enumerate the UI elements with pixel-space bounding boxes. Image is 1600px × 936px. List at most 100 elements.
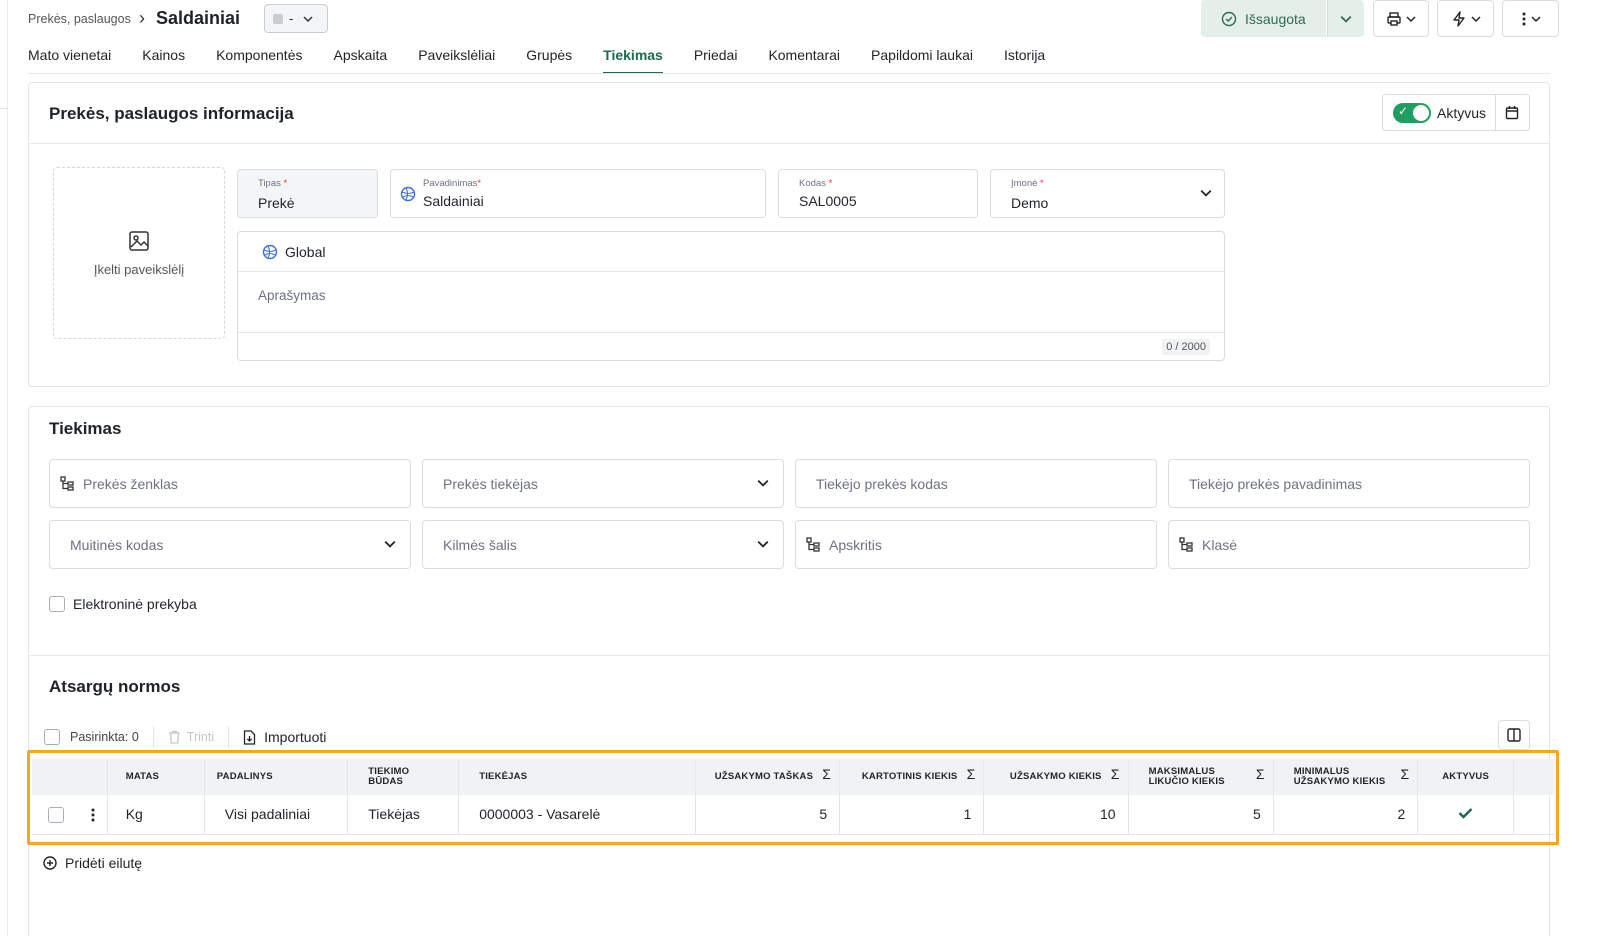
tab-kainos[interactable]: Kainos — [142, 44, 185, 74]
image-icon — [129, 230, 149, 251]
cell-maks-likucio[interactable]: 5 — [1128, 795, 1274, 835]
tab-mato-vienetai[interactable]: Mato vienetai — [28, 44, 111, 74]
cell-tiekejas[interactable]: 0000003 - Vasarelė — [458, 795, 696, 835]
description-footer — [238, 332, 1224, 333]
tab-grupes[interactable]: Grupės — [526, 44, 572, 74]
printer-icon — [1387, 11, 1401, 26]
globe-icon[interactable] — [400, 186, 416, 202]
select-all-checkbox[interactable] — [44, 729, 60, 745]
col-maks-likucio[interactable]: Maksimalus likučio kiekis Σ — [1128, 759, 1274, 795]
save-options-button[interactable] — [1327, 0, 1364, 37]
import-button[interactable]: Importuoti — [243, 729, 326, 745]
col-min-uzsakymo[interactable]: Minimalus užsakymo kiekis Σ — [1273, 759, 1419, 795]
cell-kartotinis[interactable]: 1 — [839, 795, 985, 835]
col-padalinys[interactable]: Padalinys — [204, 759, 349, 795]
cell-uzsakymo-kiekis[interactable]: 10 — [983, 795, 1129, 835]
tab-komponentes[interactable]: Komponentės — [216, 44, 302, 74]
table-row[interactable]: Kg Visi padaliniai Tiekėjas 0000003 - Va… — [32, 795, 1554, 835]
supply-title: Tiekimas — [49, 419, 122, 438]
trash-icon — [168, 730, 180, 744]
chevron-down-icon — [1406, 15, 1416, 22]
col-aktyvus[interactable]: Aktyvus — [1417, 759, 1514, 795]
tab-papildomi-laukai[interactable]: Papildomi laukai — [871, 44, 973, 74]
saved-button[interactable]: Išsaugota — [1201, 0, 1326, 37]
pavadinimas-field[interactable]: Pavadinimas* Saldainiai — [390, 169, 766, 218]
supplier-code-field[interactable]: Tiekėjo prekės kodas — [795, 459, 1157, 508]
tab-komentarai[interactable]: Komentarai — [768, 44, 840, 74]
row-controls — [32, 795, 108, 835]
description-box: Global Aprašymas 0 / 2000 — [237, 231, 1225, 361]
supply-card: Tiekimas Prekės ženklas Prekės tiekėjas … — [27, 406, 1559, 936]
active-toggle[interactable]: ✓ Aktyvus — [1382, 94, 1496, 131]
tree-icon — [60, 476, 75, 491]
col-uzsakymo-kiekis[interactable]: Užsakymo kiekis Σ — [983, 759, 1129, 795]
cell-aktyvus[interactable] — [1417, 795, 1514, 835]
status-select[interactable]: - — [264, 4, 328, 33]
sigma-icon[interactable]: Σ — [1256, 767, 1265, 781]
tree-icon — [1179, 537, 1194, 552]
scroll-gutter — [1513, 795, 1554, 835]
imone-select[interactable]: Įmonė * Demo — [990, 169, 1225, 218]
add-row-button[interactable]: Pridėti eilutę — [43, 855, 142, 871]
bolt-icon — [1452, 10, 1465, 27]
stock-title: Atsargų normos — [49, 677, 181, 696]
district-field[interactable]: Apskritis — [795, 520, 1157, 569]
breadcrumb[interactable]: Prekės, paslaugos — [28, 12, 131, 26]
ecommerce-checkbox[interactable]: Elektroninė prekyba — [49, 596, 197, 612]
kebab-icon[interactable] — [90, 807, 96, 823]
language-selector[interactable]: Global — [238, 232, 1224, 272]
class-field[interactable]: Klasė — [1168, 520, 1530, 569]
kodas-value: SAL0005 — [799, 193, 857, 209]
image-upload[interactable]: Įkelti paveikslėlį — [53, 167, 225, 339]
tab-priedai[interactable]: Priedai — [694, 44, 738, 74]
col-tiekimo-budas[interactable]: Tiekimo būdas — [347, 759, 460, 795]
checkbox[interactable] — [49, 596, 65, 612]
sigma-icon[interactable]: Σ — [967, 767, 976, 781]
chevron-down-icon — [1530, 15, 1541, 22]
cell-uzsakymo-taskas[interactable]: 5 — [695, 795, 841, 835]
pavadinimas-label: Pavadinimas — [423, 178, 478, 189]
col-matas[interactable]: Matas — [107, 759, 205, 795]
kodas-field[interactable]: Kodas * SAL0005 — [778, 169, 978, 218]
tab-tiekimas[interactable]: Tiekimas — [603, 44, 663, 74]
row-checkbox[interactable] — [48, 806, 64, 823]
supplier-select[interactable]: Prekės tiekėjas — [422, 459, 784, 508]
col-kartotinis[interactable]: Kartotinis kiekis Σ — [839, 759, 985, 795]
col-uzsakymo-taskas[interactable]: Užsakymo taškas Σ — [695, 759, 841, 795]
tab-istorija[interactable]: Istorija — [1004, 44, 1045, 74]
tab-paveiksleliai[interactable]: Paveikslėliai — [418, 44, 495, 74]
chevron-down-icon — [757, 540, 769, 548]
origin-country-select[interactable]: Kilmės šalis — [422, 520, 784, 569]
description-input[interactable]: Aprašymas — [258, 288, 326, 303]
cell-padalinys[interactable]: Visi padaliniai — [204, 795, 349, 835]
toggle-switch[interactable]: ✓ — [1393, 102, 1431, 123]
more-button[interactable] — [1502, 0, 1559, 37]
col-tiekejas[interactable]: Tiekėjas — [458, 759, 696, 795]
sigma-icon[interactable]: Σ — [1111, 767, 1120, 781]
language-label: Global — [285, 243, 326, 260]
supplier-code-placeholder: Tiekėjo prekės kodas — [816, 475, 948, 492]
actions-button[interactable] — [1437, 0, 1494, 37]
cell-min-uzsakymo[interactable]: 2 — [1273, 795, 1419, 835]
customs-code-select[interactable]: Muitinės kodas — [49, 520, 411, 569]
cell-tiekimo-budas[interactable]: Tiekėjas — [347, 795, 460, 835]
brand-placeholder: Prekės ženklas — [83, 475, 178, 492]
delete-button[interactable]: Trinti — [168, 730, 214, 744]
page-title: Saldainiai — [156, 8, 241, 28]
sigma-icon[interactable]: Σ — [822, 767, 831, 781]
supplier-name-field[interactable]: Tiekėjo prekės pavadinimas — [1168, 459, 1530, 508]
status-value: - — [289, 11, 294, 26]
brand-field[interactable]: Prekės ženklas — [49, 459, 411, 508]
tipas-field: Tipas * Prekė — [237, 169, 378, 218]
info-title: Prekės, paslaugos informacija — [49, 104, 294, 123]
tab-apskaita[interactable]: Apskaita — [334, 44, 388, 74]
table-header-row: Matas Padalinys Tiekimo būdas Tiekėjas U… — [32, 759, 1554, 795]
calendar-button[interactable] — [1495, 94, 1530, 131]
kodas-label: Kodas — [799, 178, 826, 189]
columns-button[interactable] — [1498, 720, 1530, 750]
chevron-down-icon — [1340, 15, 1352, 23]
print-button[interactable] — [1373, 0, 1429, 37]
status-color-icon — [273, 13, 283, 24]
cell-matas[interactable]: Kg — [107, 795, 205, 835]
sigma-icon[interactable]: Σ — [1400, 767, 1409, 781]
